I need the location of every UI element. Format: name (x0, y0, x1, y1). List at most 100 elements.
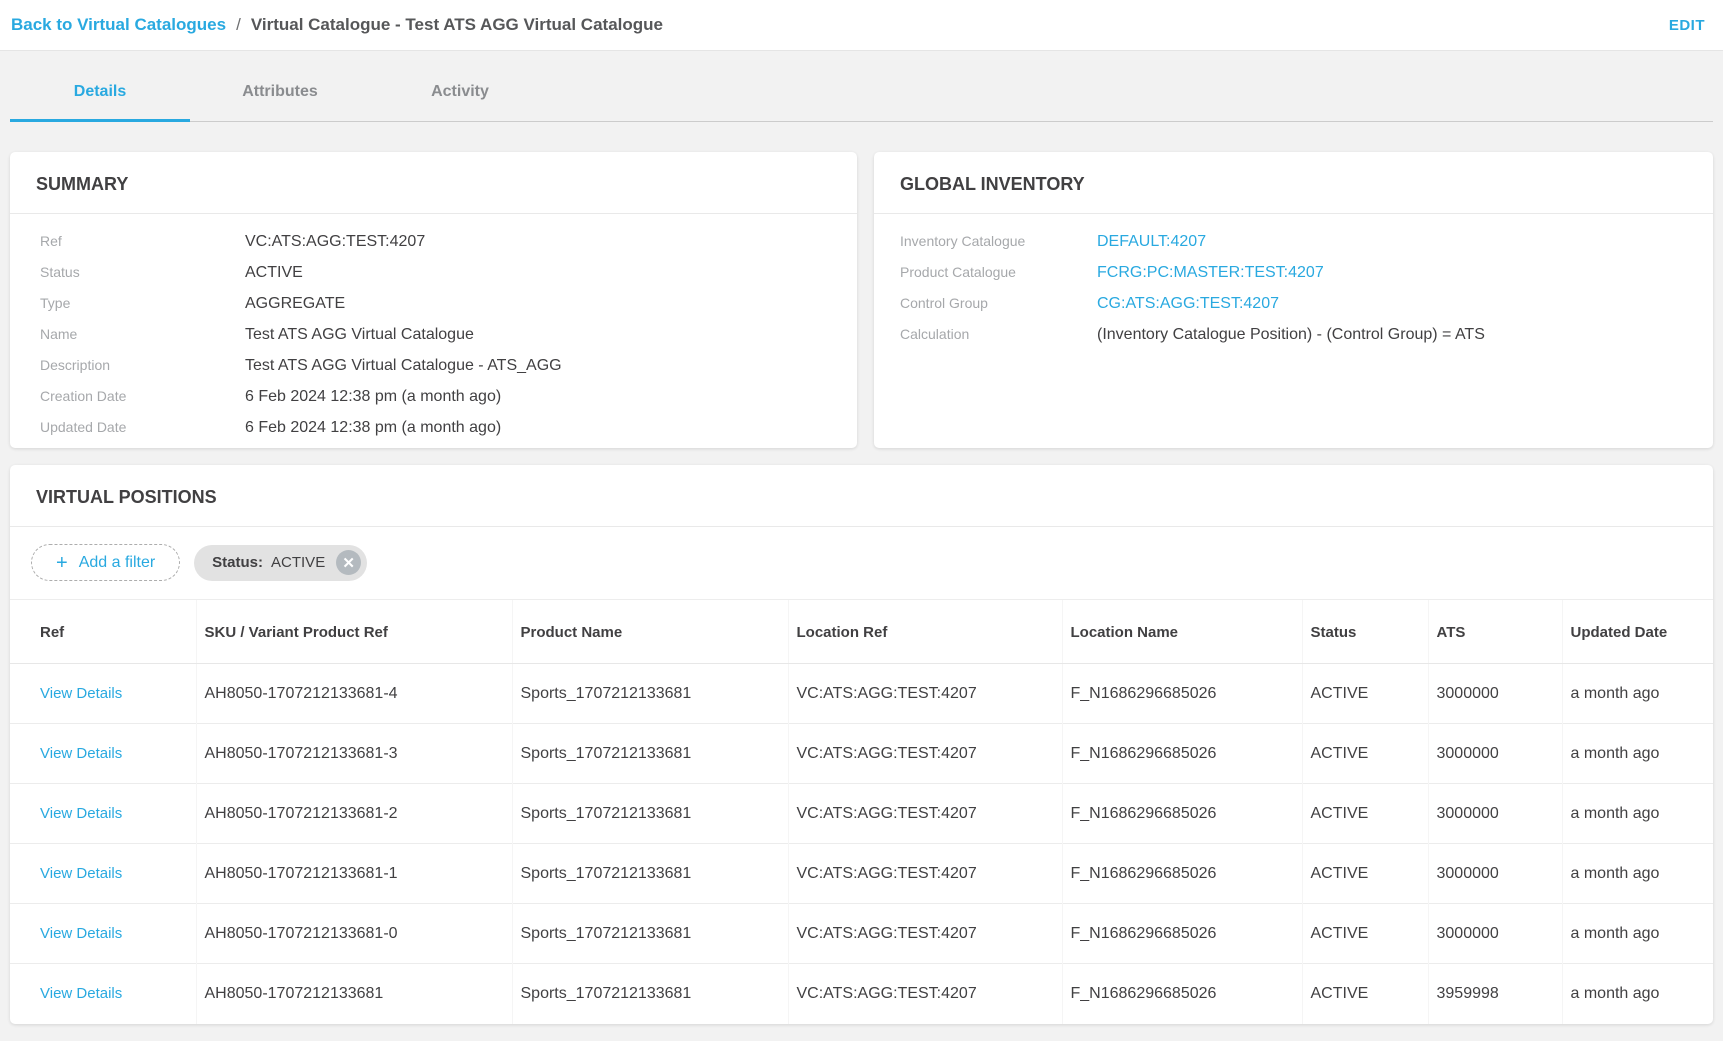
table-row: View Details AH8050-1707212133681-4 Spor… (10, 664, 1713, 724)
page-title: Virtual Catalogue - Test ATS AGG Virtual… (251, 15, 663, 35)
field-value: VC:ATS:AGG:TEST:4207 (245, 227, 425, 257)
gi-field-control-group: Control Group CG:ATS:AGG:TEST:4207 (900, 288, 1687, 319)
updated-date-cell: a month ago (1562, 724, 1713, 784)
view-details-link[interactable]: View Details (40, 985, 122, 1002)
field-value: 6 Feb 2024 12:38 pm (a month ago) (245, 413, 501, 443)
plus-icon: + (56, 553, 68, 573)
location-ref-cell: VC:ATS:AGG:TEST:4207 (788, 664, 1062, 724)
view-details-link[interactable]: View Details (40, 925, 122, 942)
updated-date-cell: a month ago (1562, 964, 1713, 1024)
tab-activity[interactable]: Activity (370, 51, 550, 122)
column-header-ref: Ref (10, 600, 196, 664)
summary-field-updated-date: Updated Date 6 Feb 2024 12:38 pm (a mont… (40, 412, 831, 443)
gi-field-calculation: Calculation (Inventory Catalogue Positio… (900, 319, 1687, 350)
sku-cell: AH8050-1707212133681-4 (196, 664, 512, 724)
inventory-catalogue-link[interactable]: DEFAULT:4207 (1097, 227, 1206, 257)
sku-cell: AH8050-1707212133681-0 (196, 904, 512, 964)
control-group-link[interactable]: CG:ATS:AGG:TEST:4207 (1097, 289, 1279, 319)
status-filter-chip[interactable]: Status: ACTIVE ✕ (194, 545, 367, 581)
field-label: Calculation (900, 319, 1097, 349)
view-details-link[interactable]: View Details (40, 685, 122, 702)
global-inventory-title: GLOBAL INVENTORY (874, 152, 1713, 214)
info-cards-row: SUMMARY Ref VC:ATS:AGG:TEST:4207 Status … (10, 152, 1713, 448)
status-cell: ACTIVE (1302, 724, 1428, 784)
summary-field-ref: Ref VC:ATS:AGG:TEST:4207 (40, 226, 831, 257)
close-icon[interactable]: ✕ (336, 550, 361, 575)
filter-chip-value: ACTIVE (271, 554, 325, 571)
field-value: (Inventory Catalogue Position) - (Contro… (1097, 320, 1485, 350)
virtual-positions-card: VIRTUAL POSITIONS + Add a filter Status:… (10, 465, 1713, 1024)
field-label: Type (40, 288, 245, 318)
global-inventory-fields: Inventory Catalogue DEFAULT:4207 Product… (874, 214, 1713, 350)
ats-cell: 3959998 (1428, 964, 1562, 1024)
top-bar: Back to Virtual Catalogues / Virtual Cat… (0, 0, 1723, 51)
location-name-cell: F_N1686296685026 (1062, 664, 1302, 724)
add-filter-label: Add a filter (79, 554, 155, 572)
location-ref-cell: VC:ATS:AGG:TEST:4207 (788, 784, 1062, 844)
view-details-link[interactable]: View Details (40, 805, 122, 822)
gi-field-inventory-catalogue: Inventory Catalogue DEFAULT:4207 (900, 226, 1687, 257)
location-name-cell: F_N1686296685026 (1062, 964, 1302, 1024)
edit-button[interactable]: EDIT (1669, 17, 1705, 34)
field-value: Test ATS AGG Virtual Catalogue - ATS_AGG (245, 351, 562, 381)
column-header-location-name: Location Name (1062, 600, 1302, 664)
table-row: View Details AH8050-1707212133681-3 Spor… (10, 724, 1713, 784)
back-to-virtual-catalogues-link[interactable]: Back to Virtual Catalogues (11, 15, 226, 35)
tab-details[interactable]: Details (10, 51, 190, 122)
product-catalogue-link[interactable]: FCRG:PC:MASTER:TEST:4207 (1097, 258, 1324, 288)
sku-cell: AH8050-1707212133681-3 (196, 724, 512, 784)
ats-cell: 3000000 (1428, 724, 1562, 784)
location-name-cell: F_N1686296685026 (1062, 724, 1302, 784)
field-label: Status (40, 257, 245, 287)
global-inventory-card: GLOBAL INVENTORY Inventory Catalogue DEF… (874, 152, 1713, 448)
column-header-status: Status (1302, 600, 1428, 664)
location-ref-cell: VC:ATS:AGG:TEST:4207 (788, 724, 1062, 784)
add-filter-button[interactable]: + Add a filter (31, 544, 180, 581)
location-ref-cell: VC:ATS:AGG:TEST:4207 (788, 904, 1062, 964)
product-name-cell: Sports_1707212133681 (512, 724, 788, 784)
product-name-cell: Sports_1707212133681 (512, 904, 788, 964)
product-name-cell: Sports_1707212133681 (512, 964, 788, 1024)
product-name-cell: Sports_1707212133681 (512, 664, 788, 724)
summary-fields: Ref VC:ATS:AGG:TEST:4207 Status ACTIVE T… (10, 214, 857, 443)
updated-date-cell: a month ago (1562, 664, 1713, 724)
updated-date-cell: a month ago (1562, 784, 1713, 844)
field-value: Test ATS AGG Virtual Catalogue (245, 320, 474, 350)
updated-date-cell: a month ago (1562, 844, 1713, 904)
column-header-ats: ATS (1428, 600, 1562, 664)
table-row: View Details AH8050-1707212133681-2 Spor… (10, 784, 1713, 844)
field-value: 6 Feb 2024 12:38 pm (a month ago) (245, 382, 501, 412)
summary-field-name: Name Test ATS AGG Virtual Catalogue (40, 319, 831, 350)
view-details-link[interactable]: View Details (40, 865, 122, 882)
summary-field-creation-date: Creation Date 6 Feb 2024 12:38 pm (a mon… (40, 381, 831, 412)
virtual-positions-title: VIRTUAL POSITIONS (10, 465, 1713, 527)
updated-date-cell: a month ago (1562, 904, 1713, 964)
ats-cell: 3000000 (1428, 844, 1562, 904)
field-label: Product Catalogue (900, 257, 1097, 287)
location-ref-cell: VC:ATS:AGG:TEST:4207 (788, 844, 1062, 904)
column-header-sku: SKU / Variant Product Ref (196, 600, 512, 664)
table-row: View Details AH8050-1707212133681-0 Spor… (10, 904, 1713, 964)
view-details-link[interactable]: View Details (40, 745, 122, 762)
field-label: Ref (40, 226, 245, 256)
location-ref-cell: VC:ATS:AGG:TEST:4207 (788, 964, 1062, 1024)
virtual-positions-table: Ref SKU / Variant Product Ref Product Na… (10, 600, 1713, 1024)
column-header-updated-date: Updated Date (1562, 600, 1713, 664)
breadcrumb-separator: / (236, 15, 241, 35)
summary-title: SUMMARY (10, 152, 857, 214)
table-row: View Details AH8050-1707212133681-1 Spor… (10, 844, 1713, 904)
ats-cell: 3000000 (1428, 784, 1562, 844)
summary-field-type: Type AGGREGATE (40, 288, 831, 319)
status-cell: ACTIVE (1302, 964, 1428, 1024)
ats-cell: 3000000 (1428, 904, 1562, 964)
column-header-location-ref: Location Ref (788, 600, 1062, 664)
field-label: Name (40, 319, 245, 349)
status-cell: ACTIVE (1302, 904, 1428, 964)
tab-attributes[interactable]: Attributes (190, 51, 370, 122)
summary-field-description: Description Test ATS AGG Virtual Catalog… (40, 350, 831, 381)
summary-field-status: Status ACTIVE (40, 257, 831, 288)
location-name-cell: F_N1686296685026 (1062, 904, 1302, 964)
field-label: Creation Date (40, 381, 245, 411)
table-header-row: Ref SKU / Variant Product Ref Product Na… (10, 600, 1713, 664)
location-name-cell: F_N1686296685026 (1062, 844, 1302, 904)
